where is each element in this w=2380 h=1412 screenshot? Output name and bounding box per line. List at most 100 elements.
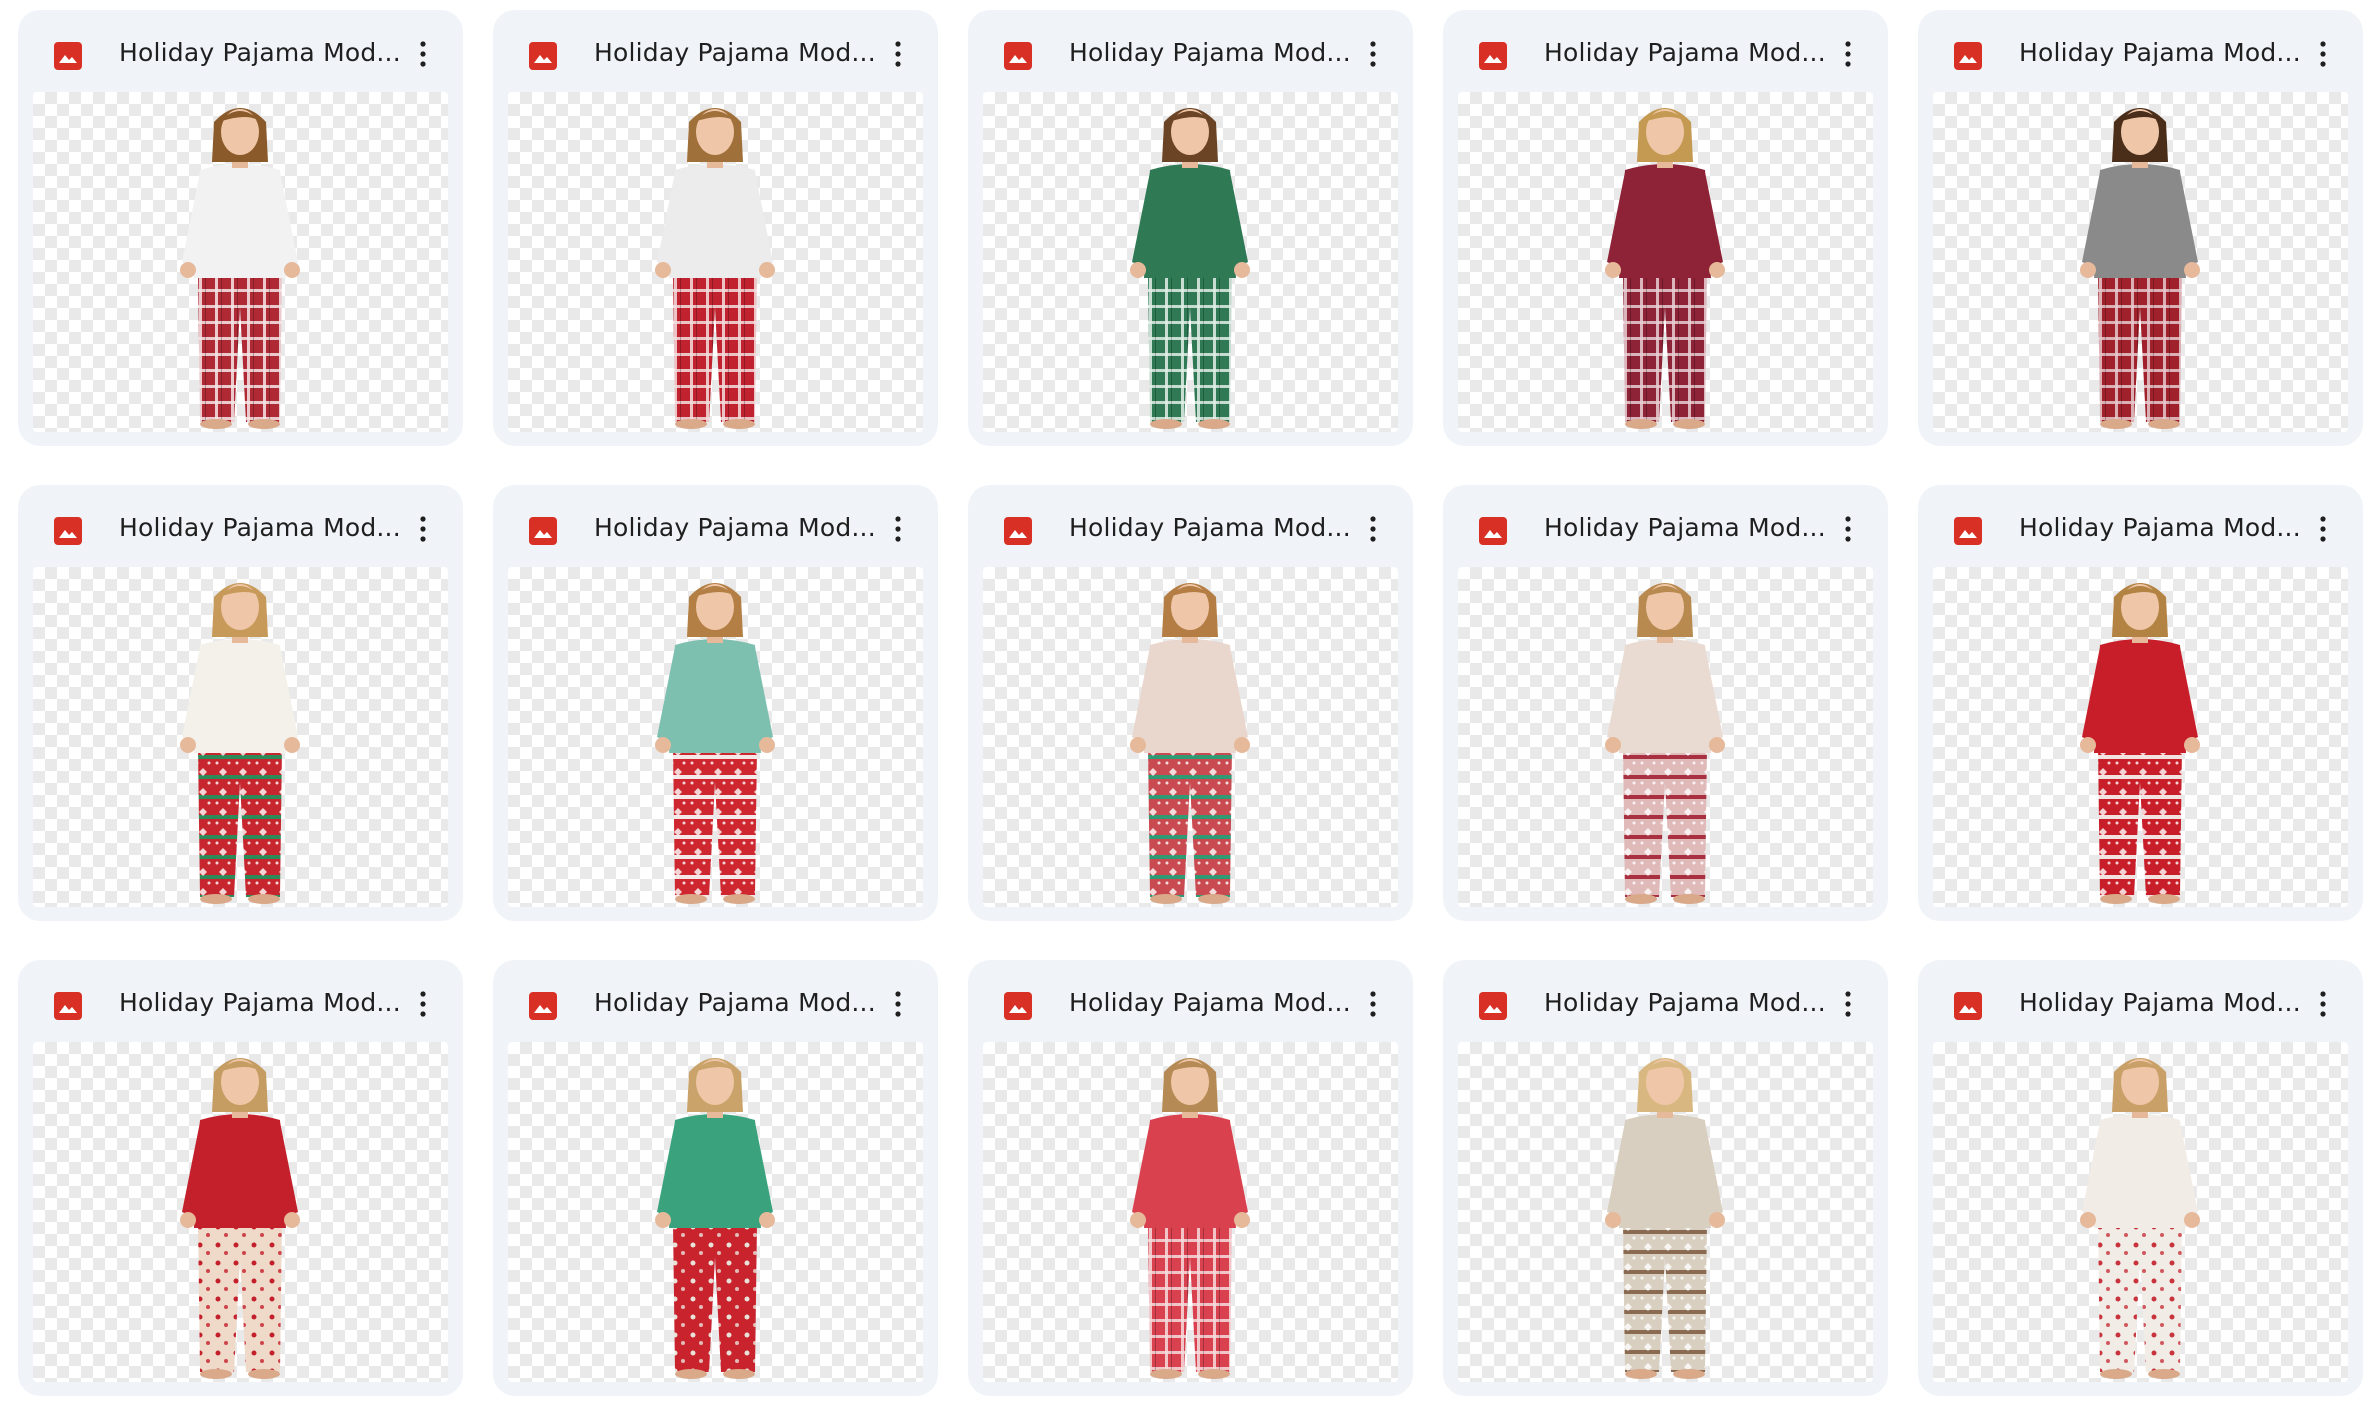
more-vert-icon — [420, 516, 426, 542]
file-name: Holiday Pajama Mod... — [1069, 513, 1351, 542]
more-actions-button[interactable] — [403, 984, 443, 1024]
file-card[interactable]: Holiday Pajama Mod... — [968, 485, 1413, 921]
more-vert-icon — [895, 516, 901, 542]
file-name: Holiday Pajama Mod... — [119, 513, 401, 542]
image-file-icon — [1478, 41, 1508, 71]
file-card-header: Holiday Pajama Mod... — [1443, 485, 1888, 567]
file-name: Holiday Pajama Mod... — [1544, 38, 1826, 67]
file-thumbnail[interactable] — [1933, 1042, 2348, 1382]
file-name: Holiday Pajama Mod... — [1069, 988, 1351, 1017]
file-name: Holiday Pajama Mod... — [1069, 38, 1351, 67]
more-actions-button[interactable] — [2303, 34, 2343, 74]
more-vert-icon — [1845, 516, 1851, 542]
file-name: Holiday Pajama Mod... — [119, 38, 401, 67]
file-thumbnail[interactable] — [983, 567, 1398, 907]
file-card[interactable]: Holiday Pajama Mod... — [1918, 485, 2363, 921]
image-file-icon — [528, 41, 558, 71]
more-actions-button[interactable] — [1828, 984, 1868, 1024]
more-vert-icon — [1845, 991, 1851, 1017]
image-file-icon — [1003, 516, 1033, 546]
more-vert-icon — [420, 991, 426, 1017]
more-vert-icon — [895, 991, 901, 1017]
file-name: Holiday Pajama Mod... — [2019, 38, 2301, 67]
file-thumbnail[interactable] — [508, 1042, 923, 1382]
image-file-icon — [1953, 516, 1983, 546]
more-vert-icon — [2320, 991, 2326, 1017]
file-thumbnail[interactable] — [33, 92, 448, 432]
file-card[interactable]: Holiday Pajama Mod... — [1443, 960, 1888, 1396]
file-card-header: Holiday Pajama Mod... — [18, 485, 463, 567]
more-actions-button[interactable] — [1353, 509, 1393, 549]
file-name: Holiday Pajama Mod... — [594, 38, 876, 67]
file-thumbnail[interactable] — [1933, 567, 2348, 907]
more-vert-icon — [420, 41, 426, 67]
more-vert-icon — [895, 41, 901, 67]
file-card[interactable]: Holiday Pajama Mod... — [493, 485, 938, 921]
file-thumbnail[interactable] — [33, 567, 448, 907]
more-actions-button[interactable] — [1353, 984, 1393, 1024]
file-card-header: Holiday Pajama Mod... — [18, 10, 463, 92]
file-card[interactable]: Holiday Pajama Mod... — [18, 960, 463, 1396]
file-thumbnail[interactable] — [508, 92, 923, 432]
file-thumbnail[interactable] — [1458, 567, 1873, 907]
file-name: Holiday Pajama Mod... — [1544, 988, 1826, 1017]
image-file-icon — [53, 41, 83, 71]
more-actions-button[interactable] — [403, 509, 443, 549]
more-actions-button[interactable] — [1828, 509, 1868, 549]
file-card[interactable]: Holiday Pajama Mod... — [1443, 10, 1888, 446]
more-actions-button[interactable] — [403, 34, 443, 74]
file-thumbnail[interactable] — [33, 1042, 448, 1382]
image-file-icon — [1003, 991, 1033, 1021]
more-actions-button[interactable] — [878, 34, 918, 74]
image-file-icon — [53, 516, 83, 546]
file-card-header: Holiday Pajama Mod... — [968, 485, 1413, 567]
file-thumbnail[interactable] — [1458, 92, 1873, 432]
file-card[interactable]: Holiday Pajama Mod... — [1443, 485, 1888, 921]
image-file-icon — [53, 991, 83, 1021]
image-file-icon — [528, 991, 558, 1021]
file-name: Holiday Pajama Mod... — [1544, 513, 1826, 542]
more-actions-button[interactable] — [2303, 984, 2343, 1024]
file-grid: Holiday Pajama Mod... Holiday Pajama Mod… — [0, 0, 2380, 1412]
file-thumbnail[interactable] — [983, 1042, 1398, 1382]
file-card[interactable]: Holiday Pajama Mod... — [18, 10, 463, 446]
file-card-header: Holiday Pajama Mod... — [18, 960, 463, 1042]
file-thumbnail[interactable] — [1933, 92, 2348, 432]
file-name: Holiday Pajama Mod... — [2019, 988, 2301, 1017]
more-vert-icon — [1370, 41, 1376, 67]
file-card[interactable]: Holiday Pajama Mod... — [18, 485, 463, 921]
more-actions-button[interactable] — [2303, 509, 2343, 549]
file-card-header: Holiday Pajama Mod... — [968, 960, 1413, 1042]
image-file-icon — [1003, 41, 1033, 71]
file-thumbnail[interactable] — [1458, 1042, 1873, 1382]
file-name: Holiday Pajama Mod... — [2019, 513, 2301, 542]
more-vert-icon — [2320, 516, 2326, 542]
more-actions-button[interactable] — [1828, 34, 1868, 74]
more-actions-button[interactable] — [878, 509, 918, 549]
file-card-header: Holiday Pajama Mod... — [1918, 960, 2363, 1042]
more-actions-button[interactable] — [878, 984, 918, 1024]
file-card-header: Holiday Pajama Mod... — [968, 10, 1413, 92]
more-vert-icon — [1845, 41, 1851, 67]
file-card-header: Holiday Pajama Mod... — [493, 10, 938, 92]
file-name: Holiday Pajama Mod... — [594, 988, 876, 1017]
file-card[interactable]: Holiday Pajama Mod... — [1918, 10, 2363, 446]
file-card[interactable]: Holiday Pajama Mod... — [968, 10, 1413, 446]
file-card[interactable]: Holiday Pajama Mod... — [968, 960, 1413, 1396]
file-card-header: Holiday Pajama Mod... — [1918, 485, 2363, 567]
file-card-header: Holiday Pajama Mod... — [1918, 10, 2363, 92]
file-thumbnail[interactable] — [983, 92, 1398, 432]
more-vert-icon — [1370, 516, 1376, 542]
file-name: Holiday Pajama Mod... — [594, 513, 876, 542]
file-card[interactable]: Holiday Pajama Mod... — [493, 10, 938, 446]
file-card-header: Holiday Pajama Mod... — [1443, 960, 1888, 1042]
more-actions-button[interactable] — [1353, 34, 1393, 74]
image-file-icon — [1478, 991, 1508, 1021]
file-card[interactable]: Holiday Pajama Mod... — [493, 960, 938, 1396]
file-card[interactable]: Holiday Pajama Mod... — [1918, 960, 2363, 1396]
more-vert-icon — [1370, 991, 1376, 1017]
image-file-icon — [1478, 516, 1508, 546]
file-thumbnail[interactable] — [508, 567, 923, 907]
file-card-header: Holiday Pajama Mod... — [493, 960, 938, 1042]
file-name: Holiday Pajama Mod... — [119, 988, 401, 1017]
